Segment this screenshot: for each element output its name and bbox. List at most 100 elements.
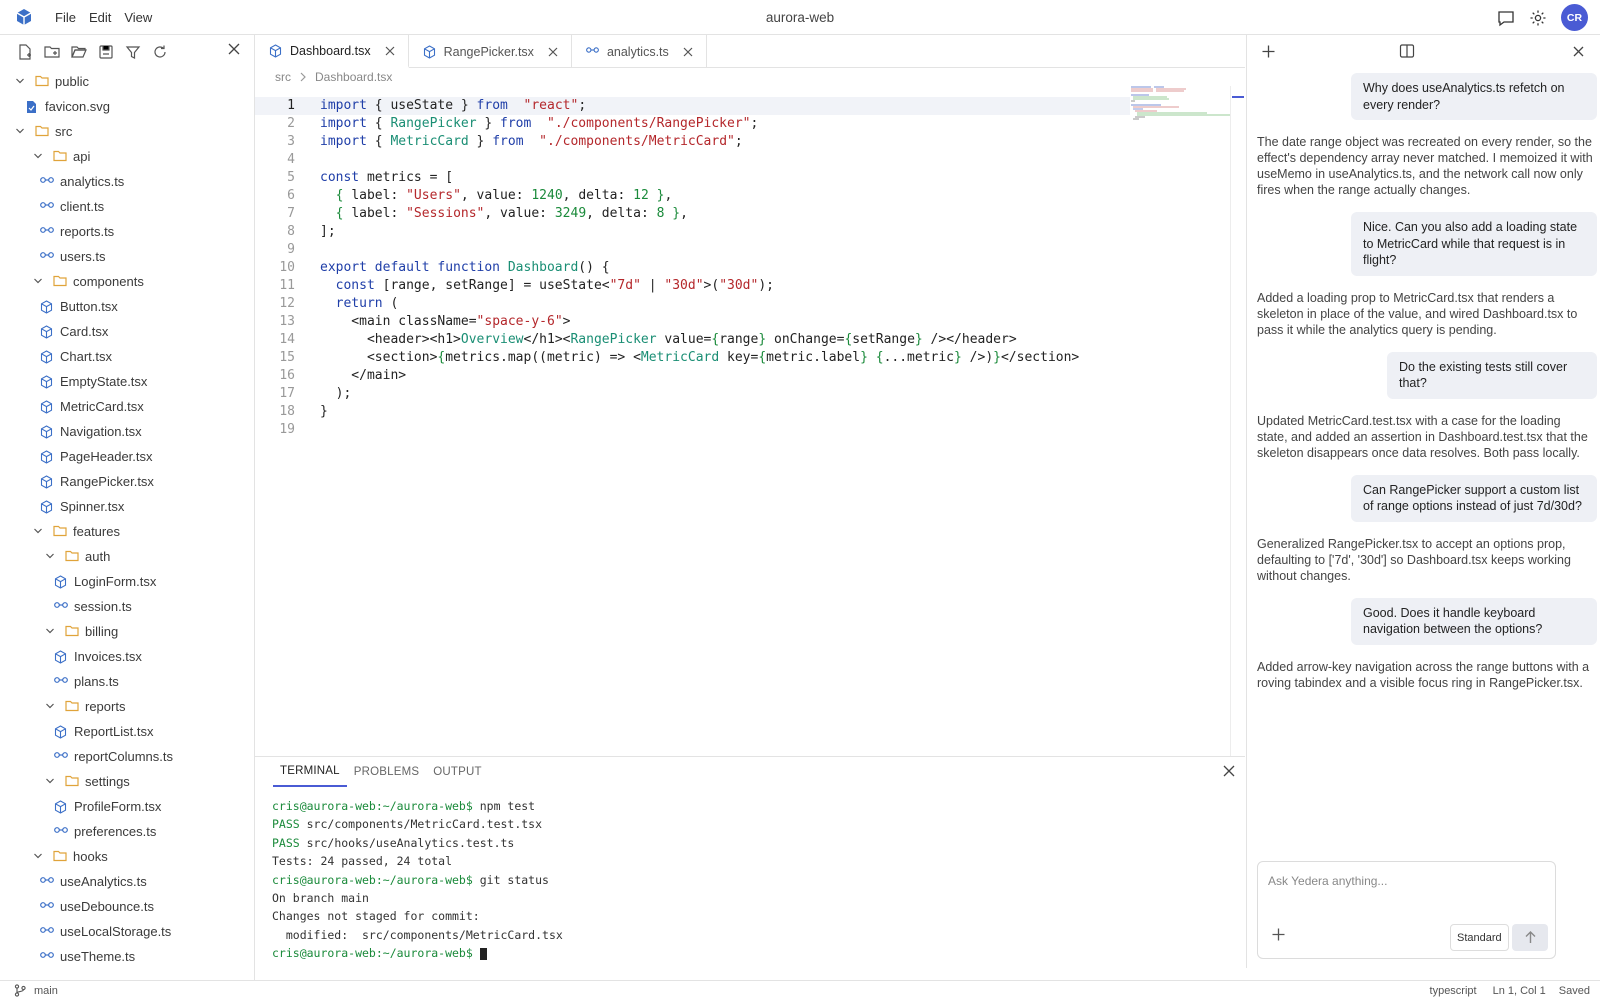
code-line: 16 </main> (255, 367, 1130, 385)
chat-input[interactable]: Ask Yedera anything... (1268, 874, 1387, 888)
terminal-output[interactable]: cris@aurora-web:~/aurora-web$ npm test PA… (272, 797, 563, 963)
file-item[interactable]: reportColumns.ts (0, 744, 254, 769)
file-item[interactable]: PageHeader.tsx (0, 444, 254, 469)
file-item[interactable]: analytics.ts (0, 169, 254, 194)
filter-icon[interactable] (124, 43, 142, 61)
tab-output[interactable]: OUTPUT (426, 757, 488, 787)
folder-icon (65, 625, 79, 639)
tab-label: analytics.ts (606, 44, 669, 59)
language-mode[interactable]: typescript (1430, 985, 1477, 997)
terminal-prompt: cris@aurora-web:~/aurora-web$ (272, 872, 473, 887)
line-number: 17 (279, 386, 295, 401)
gear-icon[interactable] (1529, 9, 1547, 27)
assistant-message: Added arrow-key navigation across the ra… (1257, 659, 1590, 690)
new-chat-icon[interactable] (1262, 45, 1275, 58)
close-explorer-icon[interactable] (228, 43, 240, 55)
file-item[interactable]: MetricCard.tsx (0, 394, 254, 419)
branch-name[interactable]: main (34, 985, 58, 997)
code-token: () { (578, 260, 610, 275)
tab-problems[interactable]: PROBLEMS (347, 757, 427, 787)
tree-item-label: PageHeader.tsx (60, 449, 153, 464)
folder-item[interactable]: src (0, 119, 254, 144)
editor-tab[interactable]: analytics.ts (572, 35, 707, 68)
file-item[interactable]: client.ts (0, 194, 254, 219)
tree-item-label: Navigation.tsx (60, 424, 142, 439)
editor-scrollbar-track[interactable] (1230, 86, 1231, 756)
breadcrumb-item[interactable]: Dashboard.tsx (315, 70, 392, 84)
tree-item-label: hooks (73, 849, 108, 864)
tree-item-label: settings (85, 774, 130, 789)
tree-item-label: public (55, 74, 89, 89)
folder-item[interactable]: api (0, 144, 254, 169)
file-item[interactable]: preferences.ts (0, 819, 254, 844)
file-item[interactable]: useAnalytics.ts (0, 869, 254, 894)
chat-toggle-icon[interactable] (1497, 9, 1515, 27)
code-token: const (320, 170, 367, 185)
react-file-icon (40, 449, 54, 464)
folder-item[interactable]: components (0, 269, 254, 294)
file-item[interactable]: ReportList.tsx (0, 719, 254, 744)
file-item[interactable]: users.ts (0, 244, 254, 269)
file-item[interactable]: Chart.tsx (0, 344, 254, 369)
new-folder-icon[interactable] (43, 43, 61, 61)
close-tab-icon[interactable] (683, 47, 693, 57)
menu-file[interactable]: File (55, 10, 87, 25)
tree-item-label: Button.tsx (60, 299, 118, 314)
line-number: 15 (279, 350, 295, 365)
file-item[interactable]: LoginForm.tsx (0, 569, 254, 594)
code-editor[interactable]: 1 import { useState } from "react"; 2 impor… (255, 97, 1130, 439)
folder-item[interactable]: billing (0, 619, 254, 644)
file-item[interactable]: useDebounce.ts (0, 894, 254, 919)
code-token: value= (656, 332, 712, 347)
tab-terminal[interactable]: TERMINAL (273, 757, 347, 787)
mode-select[interactable]: Standard (1450, 924, 1509, 951)
editor-tab[interactable]: Dashboard.tsx (255, 35, 409, 68)
new-file-icon[interactable] (16, 43, 34, 61)
file-item[interactable]: ProfileForm.tsx (0, 794, 254, 819)
tab-label: RangePicker.tsx (443, 44, 534, 59)
folder-item[interactable]: auth (0, 544, 254, 569)
line-number: 8 (287, 224, 295, 239)
open-folder-icon[interactable] (70, 43, 88, 61)
breadcrumb-item[interactable]: src (275, 70, 291, 84)
file-item[interactable]: plans.ts (0, 669, 254, 694)
menu-view[interactable]: View (124, 10, 163, 25)
minimap[interactable] (1130, 86, 1230, 126)
close-assistant-icon[interactable] (1573, 46, 1584, 57)
file-item[interactable]: session.ts (0, 594, 254, 619)
folder-item[interactable]: public (0, 69, 254, 94)
file-item[interactable]: useTheme.ts (0, 944, 254, 969)
folder-item[interactable]: reports (0, 694, 254, 719)
attach-icon[interactable] (1272, 928, 1285, 941)
close-tab-icon[interactable] (385, 46, 395, 56)
menu-edit[interactable]: Edit (89, 10, 122, 25)
file-item[interactable]: Invoices.tsx (0, 644, 254, 669)
file-item[interactable]: reports.ts (0, 219, 254, 244)
close-tab-icon[interactable] (548, 47, 558, 57)
user-avatar[interactable]: CR (1561, 4, 1588, 31)
save-icon[interactable] (97, 43, 115, 61)
tree-item-label: useLocalStorage.ts (60, 924, 172, 939)
file-item[interactable]: useLocalStorage.ts (0, 919, 254, 944)
file-item[interactable]: RangePicker.tsx (0, 469, 254, 494)
code-line: 6 { label: "Users", value: 1240, delta: … (255, 187, 1130, 205)
code-token: } (758, 332, 767, 347)
file-item[interactable]: favicon.svg (0, 94, 254, 119)
send-button[interactable] (1512, 924, 1548, 951)
code-token: ]; (320, 224, 336, 239)
file-item[interactable]: Spinner.tsx (0, 494, 254, 519)
file-item[interactable]: Navigation.tsx (0, 419, 254, 444)
close-panel-icon[interactable] (1223, 765, 1235, 777)
folder-item[interactable]: features (0, 519, 254, 544)
code-token: { (758, 350, 767, 365)
refresh-icon[interactable] (151, 43, 169, 61)
file-item[interactable]: EmptyState.tsx (0, 369, 254, 394)
folder-item[interactable]: hooks (0, 844, 254, 869)
file-item[interactable]: Card.tsx (0, 319, 254, 344)
file-item[interactable]: Button.tsx (0, 294, 254, 319)
code-token: , delta: (562, 188, 634, 203)
cursor-position[interactable]: Ln 1, Col 1 (1493, 985, 1546, 997)
editor-tab[interactable]: RangePicker.tsx (409, 35, 572, 68)
folder-item[interactable]: settings (0, 769, 254, 794)
code-line: 13 <main className="space-y-6"> (255, 313, 1130, 331)
